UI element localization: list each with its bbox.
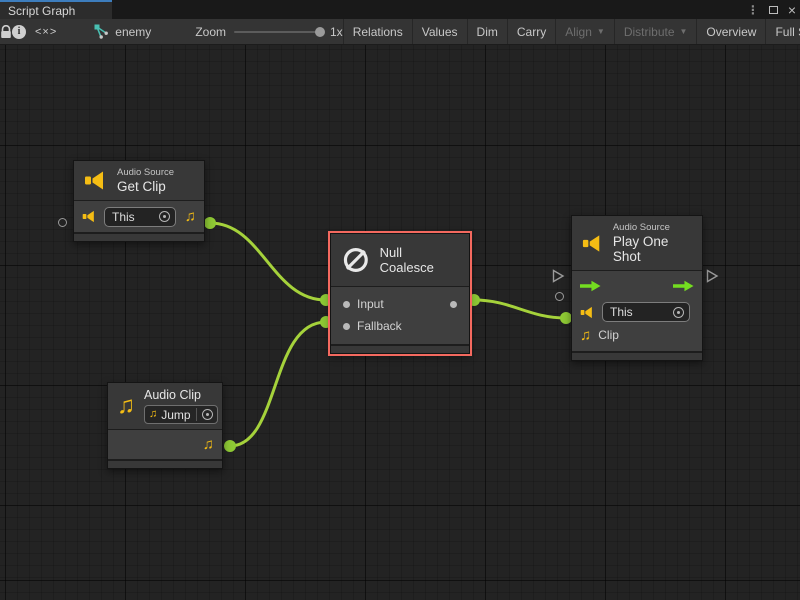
- graph-canvas[interactable]: Audio Source Get Clip This ♫: [0, 45, 800, 600]
- input-port[interactable]: [343, 301, 350, 308]
- relations-button[interactable]: Relations: [344, 19, 412, 44]
- tab-title: Script Graph: [8, 4, 75, 18]
- node-title: Get Clip: [117, 179, 174, 194]
- toolbar-right-buttons: Relations Values Dim Carry Align ▼ Distr…: [343, 19, 800, 44]
- align-dropdown[interactable]: Align ▼: [556, 19, 614, 44]
- info-button[interactable]: i: [12, 19, 26, 44]
- graph-icon: [94, 24, 109, 39]
- distribute-dropdown[interactable]: Distribute ▼: [615, 19, 697, 44]
- node-footer: [572, 351, 702, 360]
- null-coalesce-icon: [341, 245, 371, 275]
- zoom-value: 1x: [330, 25, 343, 39]
- zoom-control: Zoom 1x: [195, 19, 342, 44]
- audio-source-icon: [82, 210, 97, 223]
- node-title: Null Coalesce: [380, 245, 459, 275]
- zoom-label: Zoom: [195, 25, 226, 39]
- input-port-label: Input: [357, 297, 384, 311]
- playoneshot-flow-in-port[interactable]: [552, 269, 565, 283]
- graph-toolbar: i <×> enemy Zoom 1x Relation: [0, 19, 800, 45]
- node-get-clip-header[interactable]: Audio Source Get Clip: [74, 161, 204, 200]
- node-footer: [108, 459, 222, 468]
- audioclip-output-icon[interactable]: ♫: [185, 209, 196, 224]
- audio-source-icon: [84, 170, 108, 191]
- node-title: Play One Shot: [613, 234, 692, 264]
- variable-name: Jump: [161, 408, 190, 422]
- music-note-icon: ♫: [580, 328, 591, 343]
- tab-script-graph[interactable]: Script Graph: [0, 0, 112, 19]
- window-controls: ⋮ ×: [747, 0, 796, 19]
- target-picker-icon[interactable]: [202, 409, 213, 420]
- playoneshot-this-port[interactable]: [555, 292, 564, 301]
- node-title: Audio Clip: [144, 388, 218, 402]
- node-category: Audio Source: [613, 222, 692, 233]
- info-icon: i: [12, 25, 26, 39]
- music-note-icon: ♫: [149, 409, 157, 420]
- variable-field[interactable]: ♫ Jump: [144, 405, 218, 424]
- lock-icon: [0, 25, 12, 39]
- node-footer: [74, 232, 204, 241]
- flow-out-arrow-icon[interactable]: [673, 280, 694, 292]
- script-graph-window: Script Graph ⋮ × i <×>: [0, 0, 800, 600]
- node-audio-clip-header[interactable]: ♫ Audio Clip ♫ Jump: [108, 383, 222, 429]
- chevron-down-icon: ▼: [680, 27, 688, 36]
- node-play-one-shot-header[interactable]: Audio Source Play One Shot: [572, 216, 702, 270]
- clip-port-label: Clip: [598, 328, 619, 342]
- target-picker-icon[interactable]: [673, 307, 684, 318]
- flow-in-arrow-icon[interactable]: [580, 280, 601, 292]
- graph-name: enemy: [115, 25, 151, 39]
- window-menu-icon[interactable]: ⋮: [747, 4, 759, 16]
- tab-strip: Script Graph ⋮ ×: [0, 0, 800, 19]
- close-icon[interactable]: ×: [788, 3, 796, 17]
- wire-getclip-to-input[interactable]: [210, 223, 326, 300]
- code-view-button[interactable]: <×>: [26, 19, 66, 44]
- fallback-port-label: Fallback: [357, 319, 402, 333]
- overview-button[interactable]: Overview: [697, 19, 765, 44]
- fullscreen-button[interactable]: Full Screen: [766, 19, 800, 44]
- getclip-this-field[interactable]: This: [104, 207, 176, 227]
- graph-breadcrumb[interactable]: enemy: [86, 19, 159, 44]
- audio-source-icon: [582, 233, 604, 254]
- playoneshot-flow-out-port[interactable]: [706, 269, 719, 283]
- audio-clip-icon: ♫: [117, 394, 135, 418]
- node-null-coalesce-header[interactable]: Null Coalesce: [331, 234, 469, 286]
- values-button[interactable]: Values: [413, 19, 467, 44]
- wire-output-to-clip[interactable]: [474, 300, 566, 318]
- chevron-down-icon: ▼: [597, 27, 605, 36]
- getclip-this-port[interactable]: [58, 218, 67, 227]
- node-get-clip[interactable]: Audio Source Get Clip This ♫: [73, 160, 205, 242]
- node-category: Audio Source: [117, 167, 174, 178]
- target-picker-icon[interactable]: [159, 211, 170, 222]
- node-audio-clip-variable[interactable]: ♫ Audio Clip ♫ Jump ♫: [107, 382, 223, 469]
- fallback-port[interactable]: [343, 323, 350, 330]
- dim-button[interactable]: Dim: [468, 19, 507, 44]
- node-footer: [331, 344, 469, 353]
- carry-button[interactable]: Carry: [508, 19, 555, 44]
- code-icon: <×>: [35, 26, 57, 38]
- wire-audioclip-to-fallback[interactable]: [230, 322, 326, 446]
- zoom-slider[interactable]: [234, 31, 322, 33]
- node-null-coalesce[interactable]: Null Coalesce Input Fallback: [330, 233, 470, 354]
- playoneshot-this-field[interactable]: This: [602, 302, 690, 322]
- lock-button[interactable]: [0, 19, 12, 44]
- maximize-icon[interactable]: [769, 6, 778, 14]
- output-port[interactable]: [450, 301, 457, 308]
- zoom-slider-handle[interactable]: [315, 27, 325, 37]
- node-play-one-shot[interactable]: Audio Source Play One Shot: [571, 215, 703, 361]
- audioclip-output-icon[interactable]: ♫: [203, 437, 214, 452]
- audio-source-icon: [580, 306, 595, 319]
